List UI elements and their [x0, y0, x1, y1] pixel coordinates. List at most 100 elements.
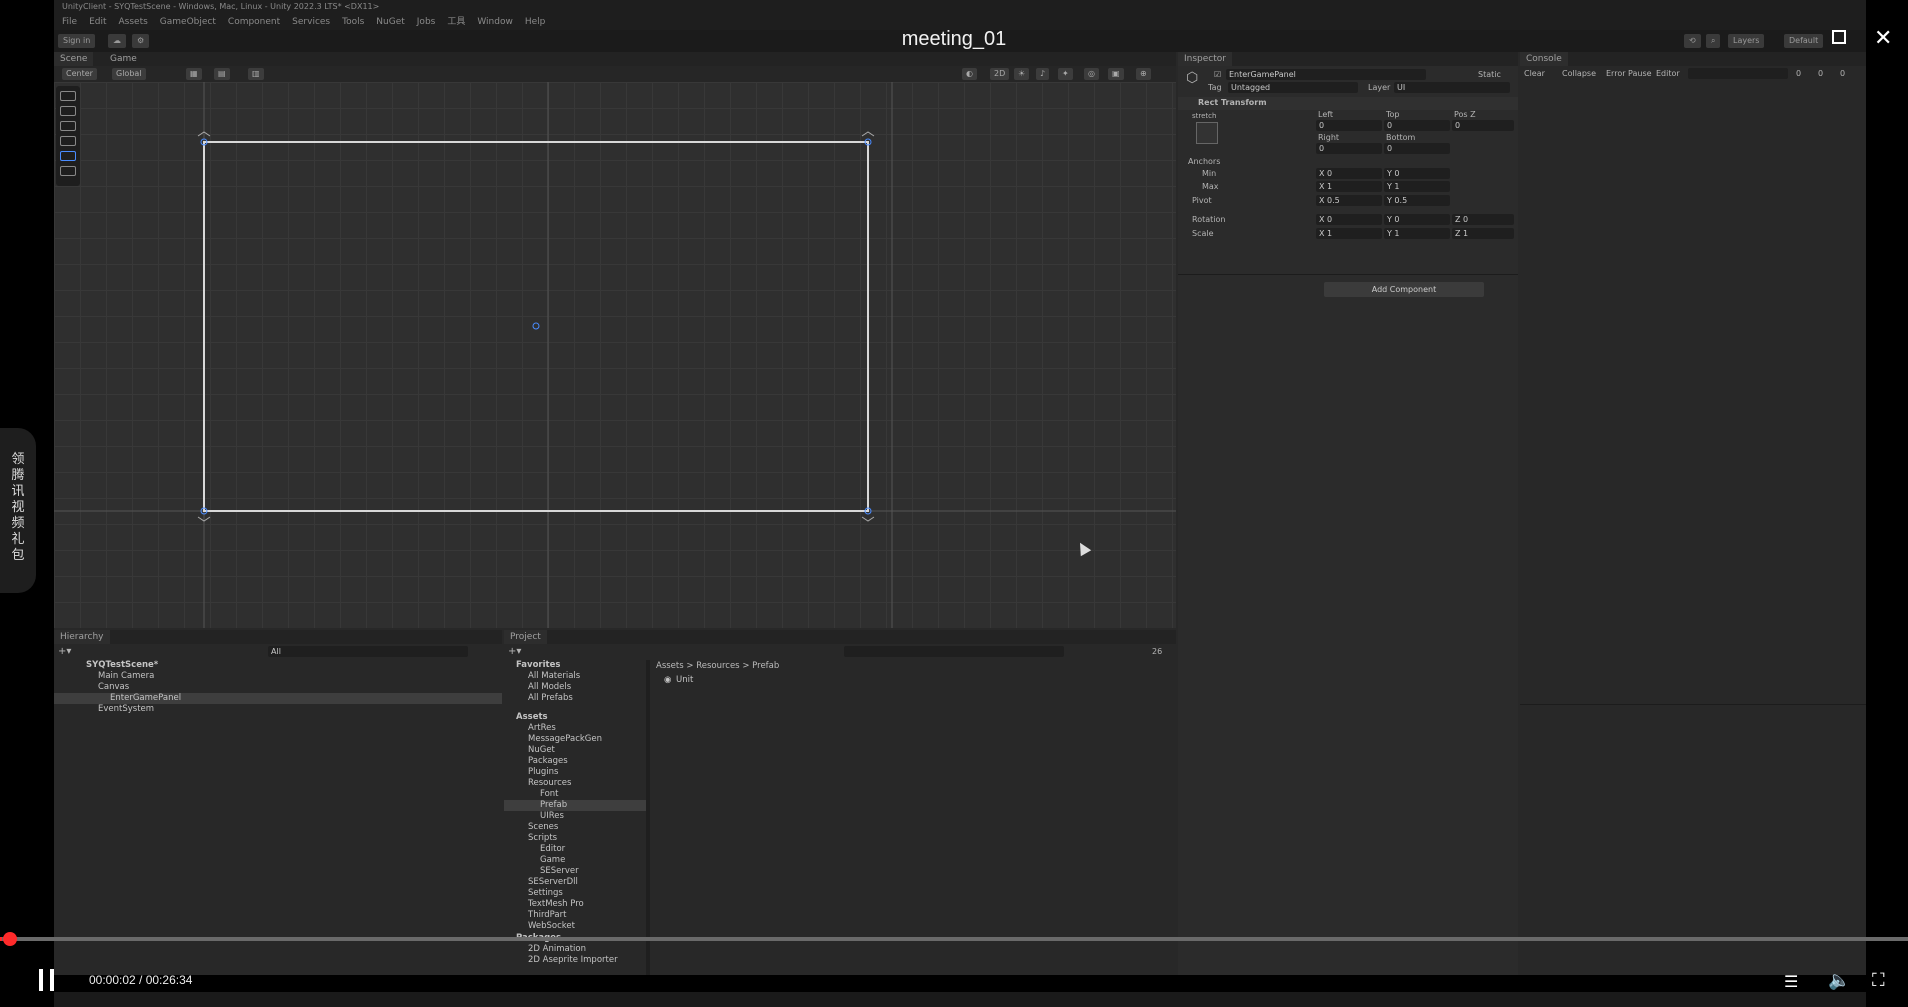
selected-folder-row[interactable] — [504, 800, 646, 811]
anchor-preset-button[interactable] — [1196, 122, 1218, 144]
error-count[interactable]: 0 — [1840, 69, 1845, 78]
folder-item[interactable]: SEServerDll — [528, 877, 578, 887]
rotation-z-field[interactable]: Z 0 — [1452, 214, 1514, 225]
hierarchy-item-eventsystem[interactable]: EventSystem — [98, 704, 154, 714]
folder-item[interactable]: Packages — [528, 756, 568, 766]
lighting-icon[interactable]: ☀ — [1014, 68, 1030, 80]
anchors-foldout[interactable]: Anchors — [1188, 157, 1220, 166]
folder-item[interactable]: Settings — [528, 888, 563, 898]
folder-item[interactable]: Prefab — [540, 800, 567, 810]
rotate-tool-icon[interactable] — [60, 121, 76, 131]
breadcrumb-resources[interactable]: Resources — [696, 661, 739, 671]
space-dropdown[interactable]: Global — [112, 68, 146, 80]
favorite-item[interactable]: All Models — [528, 682, 571, 692]
playlist-icon[interactable]: ☰ — [1784, 972, 1798, 991]
package-item[interactable]: 2D Aseprite Importer — [528, 955, 618, 965]
snap-icon[interactable]: ▦ — [186, 68, 202, 80]
min-x-field[interactable]: X 0 — [1316, 168, 1382, 179]
progress-knob[interactable] — [3, 932, 17, 946]
hidden-icon[interactable]: ◎ — [1084, 68, 1099, 80]
favorite-item[interactable]: All Materials — [528, 671, 580, 681]
gizmos-icon[interactable]: ⊕ — [1136, 68, 1151, 80]
folder-item[interactable]: Resources — [528, 778, 571, 788]
progress-bar[interactable] — [0, 937, 1908, 941]
project-search-input[interactable] — [844, 646, 1064, 657]
window-restore-icon[interactable] — [1832, 30, 1846, 44]
folder-item[interactable]: UIRes — [540, 811, 564, 821]
folder-item[interactable]: SEServer — [540, 866, 579, 876]
favorites-header[interactable]: Favorites — [516, 660, 560, 670]
left-field[interactable]: 0 — [1316, 120, 1382, 131]
folder-item[interactable]: Game — [540, 855, 565, 865]
create-icon[interactable]: +▾ — [508, 646, 521, 657]
folder-item[interactable]: ArtRes — [528, 723, 556, 733]
grid-icon[interactable]: ▤ — [214, 68, 230, 80]
hand-tool-icon[interactable] — [60, 91, 76, 101]
bottom-field[interactable]: 0 — [1384, 143, 1450, 154]
breadcrumb-prefab[interactable]: Prefab — [752, 661, 779, 671]
tree-scrollbar[interactable] — [646, 660, 650, 975]
pivot-x-field[interactable]: X 0.5 — [1316, 195, 1382, 206]
camera-icon[interactable]: ▣ — [1108, 68, 1124, 80]
close-icon[interactable]: ✕ — [1874, 26, 1892, 51]
active-checkbox[interactable]: ☑ — [1214, 70, 1221, 79]
max-y-field[interactable]: Y 1 — [1384, 181, 1450, 192]
breadcrumb-assets[interactable]: Assets — [656, 661, 684, 671]
scale-tool-icon[interactable] — [60, 136, 76, 146]
folder-item[interactable]: ThirdPart — [528, 910, 566, 920]
clear-button[interactable]: Clear — [1524, 69, 1545, 78]
rotation-y-field[interactable]: Y 0 — [1384, 214, 1450, 225]
folder-item[interactable]: Editor — [540, 844, 565, 854]
folder-item[interactable]: MessagePackGen — [528, 734, 602, 744]
hierarchy-item-main-camera[interactable]: Main Camera — [98, 671, 154, 681]
move-tool-icon[interactable] — [60, 106, 76, 116]
object-name-field[interactable]: EnterGamePanel — [1226, 69, 1426, 80]
rect-transform-header[interactable]: Rect Transform — [1178, 97, 1518, 110]
pivot-y-field[interactable]: Y 0.5 — [1384, 195, 1450, 206]
tab-inspector[interactable]: Inspector — [1178, 52, 1232, 66]
posz-field[interactable]: 0 — [1452, 120, 1514, 131]
add-icon[interactable]: +▾ — [58, 646, 71, 657]
assets-header[interactable]: Assets — [516, 712, 548, 722]
increment-icon[interactable]: ▥ — [248, 68, 264, 80]
folder-item[interactable]: WebSocket — [528, 921, 575, 931]
tab-game[interactable]: Game — [104, 52, 143, 66]
package-item[interactable]: 2D Animation — [528, 944, 586, 954]
scale-x-field[interactable]: X 1 — [1316, 228, 1382, 239]
hierarchy-item-canvas[interactable]: Canvas — [98, 682, 129, 692]
log-count[interactable]: 0 — [1796, 69, 1801, 78]
console-search-input[interactable] — [1688, 68, 1788, 79]
folder-item[interactable]: TextMesh Pro — [528, 899, 584, 909]
collapse-button[interactable]: Collapse — [1562, 69, 1596, 78]
favorite-item[interactable]: All Prefabs — [528, 693, 573, 703]
max-x-field[interactable]: X 1 — [1316, 181, 1382, 192]
audio-icon[interactable]: ♪ — [1036, 68, 1050, 80]
transform-tool-icon[interactable] — [60, 166, 76, 176]
2d-toggle[interactable]: 2D — [990, 68, 1010, 80]
tab-scene[interactable]: Scene — [54, 52, 94, 66]
tab-hierarchy[interactable]: Hierarchy — [54, 630, 110, 644]
rect-gizmo[interactable] — [54, 82, 1176, 628]
tab-project[interactable]: Project — [504, 630, 547, 644]
fullscreen-icon[interactable]: ⛶ — [1872, 970, 1885, 991]
editor-dropdown[interactable]: Editor — [1656, 69, 1680, 78]
shading-icon[interactable]: ◐ — [962, 68, 977, 80]
folder-item[interactable]: Scenes — [528, 822, 558, 832]
tag-dropdown[interactable]: Untagged — [1228, 82, 1358, 93]
layer-dropdown[interactable]: UI — [1394, 82, 1510, 93]
folder-item[interactable]: Font — [540, 789, 559, 799]
scale-y-field[interactable]: Y 1 — [1384, 228, 1450, 239]
pivot-dropdown[interactable]: Center — [62, 68, 97, 80]
scene-grid[interactable] — [54, 82, 1176, 628]
error-pause-button[interactable]: Error Pause — [1606, 69, 1652, 78]
add-component-button[interactable]: Add Component — [1324, 282, 1484, 297]
folder-item[interactable]: Plugins — [528, 767, 558, 777]
hierarchy-search-input[interactable]: All — [268, 646, 468, 657]
folder-item[interactable]: NuGet — [528, 745, 555, 755]
scene-root-item[interactable]: SYQTestScene* — [86, 660, 158, 670]
folder-item[interactable]: Scripts — [528, 833, 557, 843]
asset-item-unit[interactable]: Unit — [676, 675, 693, 685]
rotation-x-field[interactable]: X 0 — [1316, 214, 1382, 225]
tab-console[interactable]: Console — [1520, 52, 1568, 66]
warning-count[interactable]: 0 — [1818, 69, 1823, 78]
